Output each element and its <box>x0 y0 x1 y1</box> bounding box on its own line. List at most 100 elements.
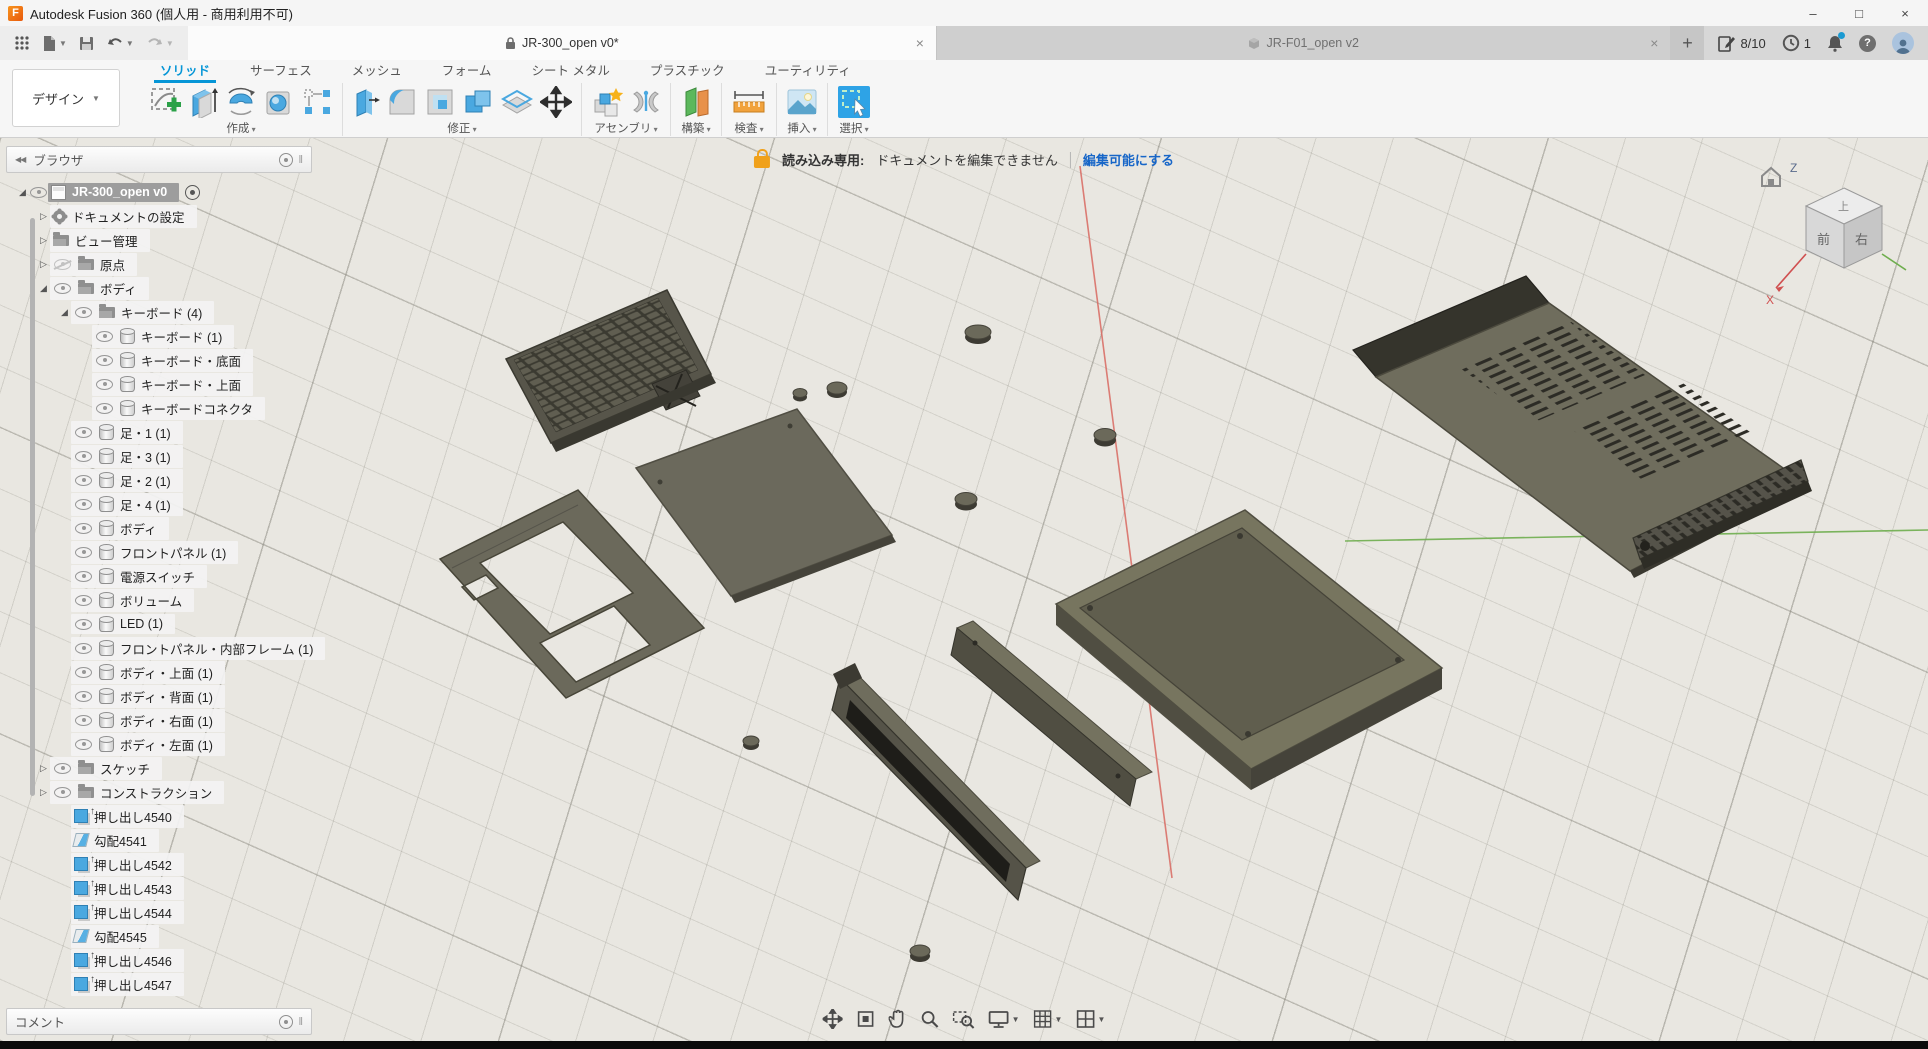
collapse-arrow-icon[interactable]: ◢ <box>37 283 50 294</box>
viewcube[interactable]: Z 上 前 右 X <box>1754 150 1914 325</box>
fit-view-icon[interactable] <box>856 1009 876 1029</box>
collapse-arrow-icon[interactable]: ◢ <box>16 187 29 198</box>
expand-arrow-icon[interactable]: ▷ <box>37 211 50 222</box>
model-case-shell[interactable] <box>1353 276 1807 578</box>
tree-row[interactable]: ▷ボディ・背面 (1) <box>6 684 312 708</box>
tree-row[interactable]: ▷押し出し4544 <box>6 900 312 924</box>
viewports-layout-icon[interactable]: ▼ <box>1075 1009 1105 1029</box>
browser-header[interactable]: ◀◀ ブラウザ ‖ <box>6 146 312 173</box>
undo-icon[interactable]: ▼ <box>102 29 138 57</box>
help-icon[interactable]: ? <box>1859 35 1876 52</box>
tree-row[interactable]: ▷ドキュメントの設定 <box>6 204 312 228</box>
document-tab-active[interactable]: JR-300_open v0* × <box>188 26 937 60</box>
visibility-eye-icon[interactable] <box>54 283 71 294</box>
tree-row[interactable]: ▷押し出し4542 <box>6 852 312 876</box>
window-maximize-button[interactable]: □ <box>1836 0 1882 26</box>
close-tab-icon[interactable]: × <box>916 35 924 51</box>
create-sketch-icon[interactable] <box>149 86 183 118</box>
visibility-eye-icon[interactable] <box>30 187 47 198</box>
pattern-icon[interactable] <box>301 86 333 118</box>
panel-options-icon[interactable] <box>279 1015 293 1029</box>
display-settings-icon[interactable]: ▼ <box>988 1009 1020 1029</box>
viewcube-cube[interactable]: 上 前 右 <box>1806 188 1882 268</box>
visibility-eye-icon[interactable] <box>75 667 92 678</box>
edits-quota[interactable]: 8/10 <box>1718 35 1765 52</box>
fillet-icon[interactable] <box>386 86 418 118</box>
ribbon-tab[interactable]: ソリッド <box>140 58 230 83</box>
collapse-arrow-icon[interactable]: ◢ <box>58 307 71 318</box>
zoom-window-icon[interactable] <box>953 1009 975 1029</box>
model-body-top-panel[interactable] <box>636 409 896 603</box>
tree-row[interactable]: ◢ボディ <box>6 276 312 300</box>
model-front-panel[interactable] <box>440 490 704 698</box>
expand-arrow-icon[interactable]: ▷ <box>37 235 50 246</box>
ribbon-tab[interactable]: フォーム <box>422 58 512 83</box>
new-component-icon[interactable] <box>591 86 625 118</box>
visibility-eye-icon[interactable] <box>75 475 92 486</box>
tree-row[interactable]: ▷キーボード (1) <box>6 324 312 348</box>
redo-icon[interactable]: ▼ <box>142 29 178 57</box>
visibility-eye-icon[interactable] <box>75 571 92 582</box>
panel-grip-icon[interactable]: ‖ <box>298 154 303 166</box>
tree-row[interactable]: ▷ビュー管理 <box>6 228 312 252</box>
offset-face-icon[interactable] <box>500 87 534 117</box>
make-editable-link[interactable]: 編集可能にする <box>1083 150 1174 169</box>
select-icon[interactable] <box>837 85 871 119</box>
tree-row[interactable]: ▷フロントパネル・内部フレーム (1) <box>6 636 312 660</box>
group-label-inspect[interactable]: 検査 <box>734 120 763 136</box>
tree-row[interactable]: ▷ボディ <box>6 516 312 540</box>
tree-row[interactable]: ▷足・4 (1) <box>6 492 312 516</box>
tree-row[interactable]: ▷足・1 (1) <box>6 420 312 444</box>
visibility-eye-icon[interactable] <box>75 523 92 534</box>
visibility-eye-icon[interactable] <box>75 595 92 606</box>
visibility-eye-icon[interactable] <box>75 739 92 750</box>
group-label-assemble[interactable]: アセンブリ <box>594 120 657 136</box>
tree-row[interactable]: ▷原点 <box>6 252 312 276</box>
expand-arrow-icon[interactable]: ▷ <box>37 259 50 270</box>
save-icon[interactable] <box>75 29 98 57</box>
extrude-icon[interactable] <box>189 86 219 118</box>
group-label-create[interactable]: 作成 <box>226 120 255 136</box>
press-pull-icon[interactable] <box>352 86 380 118</box>
window-close-button[interactable]: × <box>1882 0 1928 26</box>
tree-row[interactable]: ◢キーボード (4) <box>6 300 312 324</box>
visibility-eye-icon[interactable] <box>75 643 92 654</box>
visibility-eye-off-icon[interactable] <box>54 259 71 270</box>
visibility-eye-icon[interactable] <box>75 427 92 438</box>
panel-grip-icon[interactable]: ‖ <box>298 1016 303 1028</box>
construction-plane-icon[interactable] <box>680 86 712 118</box>
workspace-switcher[interactable]: デザイン ▼ <box>12 69 120 127</box>
revolve-icon[interactable] <box>225 87 257 117</box>
tree-row[interactable]: ▷ボディ・上面 (1) <box>6 660 312 684</box>
visibility-eye-icon[interactable] <box>75 499 92 510</box>
tree-row[interactable]: ▷フロントパネル (1) <box>6 540 312 564</box>
tree-row[interactable]: ▷押し出し4540 <box>6 804 312 828</box>
ribbon-tab[interactable]: プラスチック <box>630 58 745 83</box>
tree-row[interactable]: ▷足・3 (1) <box>6 444 312 468</box>
visibility-eye-icon[interactable] <box>96 355 113 366</box>
ribbon-tab[interactable]: メッシュ <box>332 58 422 83</box>
tree-row[interactable]: ▷電源スイッチ <box>6 564 312 588</box>
tree-row[interactable]: ▷押し出し4546 <box>6 948 312 972</box>
tree-row[interactable]: ▷キーボード・上面 <box>6 372 312 396</box>
panel-options-icon[interactable] <box>279 153 293 167</box>
tree-row[interactable]: ▷キーボード・底面 <box>6 348 312 372</box>
model-keyboard[interactable] <box>506 290 716 452</box>
document-tab-inactive[interactable]: JR-F01_open v2 × <box>937 26 1671 60</box>
tree-row[interactable]: ◢JR-300_open v0 <box>6 180 312 204</box>
file-menu-icon[interactable]: ▼ <box>38 29 71 57</box>
group-label-construct[interactable]: 構築 <box>681 120 710 136</box>
visibility-eye-icon[interactable] <box>75 307 92 318</box>
viewcube-home-icon[interactable] <box>1762 168 1780 186</box>
window-minimize-button[interactable]: – <box>1790 0 1836 26</box>
user-avatar[interactable] <box>1892 32 1914 54</box>
visibility-eye-icon[interactable] <box>54 763 71 774</box>
visibility-eye-icon[interactable] <box>96 379 113 390</box>
expand-arrow-icon[interactable]: ▷ <box>37 787 50 798</box>
zoom-icon[interactable] <box>920 1009 940 1029</box>
move-icon[interactable] <box>540 86 572 118</box>
combine-icon[interactable] <box>462 86 494 118</box>
group-label-modify[interactable]: 修正 <box>447 120 476 136</box>
expand-arrow-icon[interactable]: ▷ <box>37 763 50 774</box>
tree-row[interactable]: ▷キーボードコネクタ <box>6 396 312 420</box>
